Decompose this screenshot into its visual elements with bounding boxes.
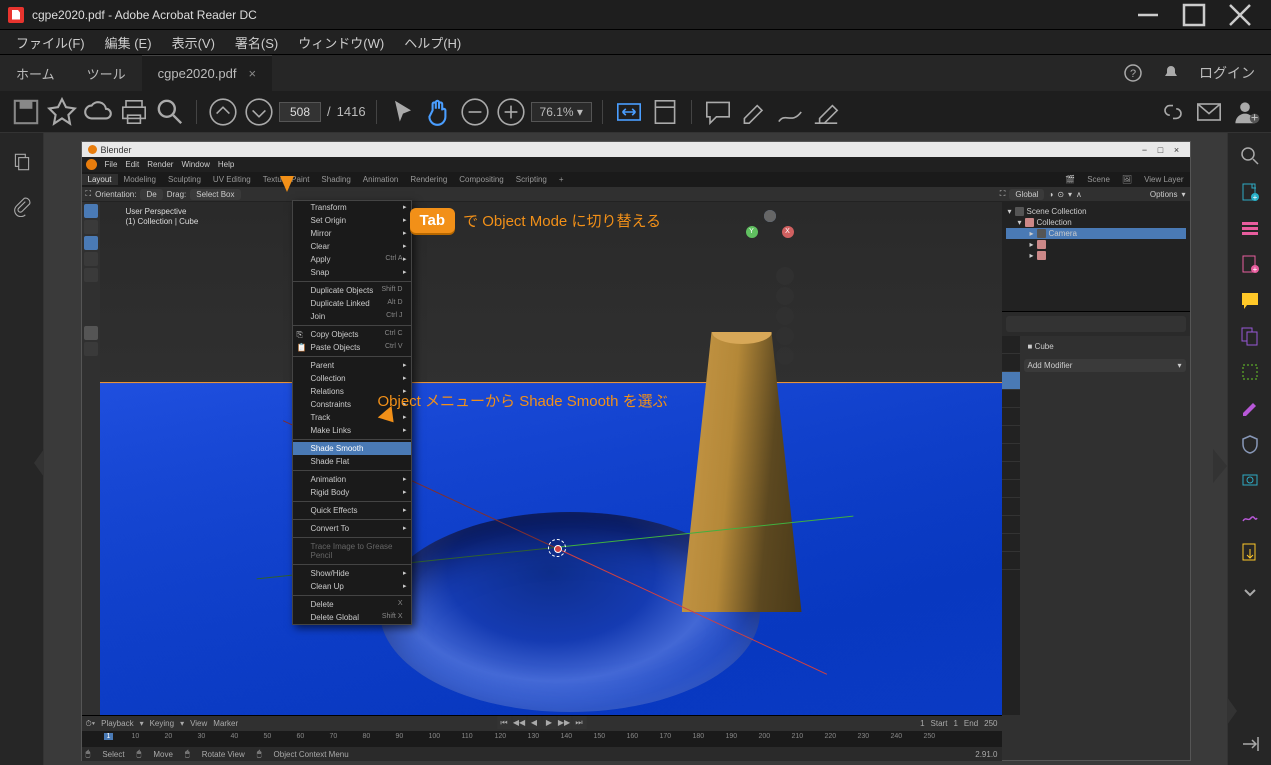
hand-icon[interactable] bbox=[423, 96, 455, 128]
blender-menubar: FileEditRenderWindowHelp bbox=[82, 157, 1190, 172]
page-sep: / bbox=[327, 104, 331, 119]
sign-tool-icon[interactable] bbox=[1239, 505, 1261, 527]
bell-icon[interactable] bbox=[1161, 63, 1181, 83]
acrobat-icon bbox=[8, 7, 24, 23]
zoom-out-icon[interactable] bbox=[459, 96, 491, 128]
timeline-ruler[interactable]: 1 10203040506070809010011012013014015016… bbox=[82, 731, 1002, 747]
scan-icon[interactable] bbox=[1239, 469, 1261, 491]
attachments-icon[interactable] bbox=[11, 195, 33, 217]
fit-page-icon[interactable] bbox=[649, 96, 681, 128]
close-tab-icon[interactable]: × bbox=[248, 66, 256, 81]
right-rail-toggle[interactable] bbox=[1227, 697, 1237, 725]
tab-doc-label: cgpe2020.pdf bbox=[158, 66, 237, 81]
page-up-icon[interactable] bbox=[207, 96, 239, 128]
highlight-icon[interactable] bbox=[738, 96, 770, 128]
blender-titlebar: Blender −□× bbox=[82, 142, 1190, 157]
document-tabs: ホーム ツール cgpe2020.pdf × ? ログイン bbox=[0, 55, 1271, 91]
print-icon[interactable] bbox=[118, 96, 150, 128]
left-nav-rail bbox=[0, 133, 44, 765]
svg-text:+: + bbox=[1252, 193, 1257, 202]
svg-text:+: + bbox=[1252, 265, 1257, 274]
edit-pdf-icon[interactable]: + bbox=[1239, 253, 1261, 275]
draw-icon[interactable] bbox=[774, 96, 806, 128]
arrow-object-menu bbox=[280, 176, 294, 201]
redact-icon[interactable] bbox=[1239, 397, 1261, 419]
viewport-toolbar bbox=[82, 202, 100, 715]
page-down-icon[interactable] bbox=[243, 96, 275, 128]
pointer-icon[interactable] bbox=[387, 96, 419, 128]
fit-width-icon[interactable] bbox=[613, 96, 645, 128]
organize-icon[interactable] bbox=[1239, 217, 1261, 239]
export-pdf-icon[interactable]: + bbox=[1239, 181, 1261, 203]
close-button[interactable] bbox=[1217, 0, 1263, 30]
convert-icon[interactable] bbox=[1239, 541, 1261, 563]
compress-icon[interactable] bbox=[1239, 361, 1261, 383]
window-title: cgpe2020.pdf - Adobe Acrobat Reader DC bbox=[32, 8, 257, 22]
page-total: 1416 bbox=[337, 104, 366, 119]
menu-help[interactable]: ヘルプ(H) bbox=[394, 30, 471, 55]
app-menubar: ファイル(F) 編集 (E) 表示(V) 署名(S) ウィンドウ(W) ヘルプ(… bbox=[0, 30, 1271, 55]
tab-tools[interactable]: ツール bbox=[71, 55, 142, 91]
blender-workspace-tabs: LayoutModelingSculptingUV EditingTexture… bbox=[82, 172, 1190, 187]
collapse-rail-icon[interactable] bbox=[1239, 733, 1261, 755]
menu-edit[interactable]: 編集 (E) bbox=[95, 30, 162, 55]
zoom-level[interactable]: 76.1% ▾ bbox=[531, 102, 592, 122]
search-icon[interactable] bbox=[154, 96, 186, 128]
more-tools-icon[interactable] bbox=[1239, 581, 1261, 603]
menu-shade-smooth[interactable]: Shade Smooth bbox=[293, 442, 411, 455]
protect-icon[interactable] bbox=[1239, 433, 1261, 455]
right-tools-rail: + + bbox=[1227, 133, 1271, 765]
search-tool-icon[interactable] bbox=[1239, 145, 1261, 167]
pdf-page: Blender −□× FileEditRenderWindowHelp Lay… bbox=[81, 141, 1191, 761]
property-tabs[interactable] bbox=[1002, 336, 1020, 715]
zoom-in-icon[interactable] bbox=[495, 96, 527, 128]
nav-gizmo[interactable]: Z X Y bbox=[746, 210, 794, 258]
left-rail-toggle[interactable] bbox=[34, 449, 44, 477]
help-icon[interactable]: ? bbox=[1123, 63, 1143, 83]
maximize-button[interactable] bbox=[1171, 0, 1217, 30]
main-toolbar: / 1416 76.1% ▾ + bbox=[0, 91, 1271, 133]
outliner[interactable]: ▾Scene Collection ▾Collection ▸Camera ▸ … bbox=[1002, 202, 1190, 312]
tab-home[interactable]: ホーム bbox=[0, 55, 71, 91]
thumbnails-icon[interactable] bbox=[11, 151, 33, 173]
minimize-button[interactable] bbox=[1125, 0, 1171, 30]
blender-timeline: ⏱▾Playback▾Keying▾ViewMarker ⏮◀◀◀▶▶▶⏭ 1 … bbox=[82, 715, 1002, 760]
link-icon[interactable] bbox=[1157, 96, 1189, 128]
star-icon[interactable] bbox=[46, 96, 78, 128]
document-viewport[interactable]: Blender −□× FileEditRenderWindowHelp Lay… bbox=[44, 133, 1227, 765]
props-search[interactable] bbox=[1006, 316, 1186, 332]
comment-tool-icon[interactable] bbox=[1239, 289, 1261, 311]
page-number-input[interactable] bbox=[279, 102, 321, 122]
combine-icon[interactable] bbox=[1239, 325, 1261, 347]
svg-text:?: ? bbox=[1130, 68, 1136, 80]
tab-key-badge: Tab bbox=[410, 208, 456, 233]
blender-right-panel: ▾Scene Collection ▾Collection ▸Camera ▸ … bbox=[1002, 202, 1190, 715]
annotation-shade-smooth: Object メニューから Shade Smooth を選ぶ bbox=[378, 390, 668, 411]
svg-text:+: + bbox=[1251, 109, 1258, 124]
menu-file[interactable]: ファイル(F) bbox=[6, 30, 95, 55]
menu-sign[interactable]: 署名(S) bbox=[225, 30, 288, 55]
menu-window[interactable]: ウィンドウ(W) bbox=[288, 30, 394, 55]
annotation-tab-mode: Tab で Object Mode に切り替える bbox=[410, 208, 662, 233]
window-titlebar: cgpe2020.pdf - Adobe Acrobat Reader DC bbox=[0, 0, 1271, 30]
menu-view[interactable]: 表示(V) bbox=[162, 30, 225, 55]
next-page-arrow[interactable] bbox=[1213, 449, 1227, 483]
tab-document[interactable]: cgpe2020.pdf × bbox=[142, 55, 272, 91]
blender-toolbar-row1: ⛶Orientation:De Drag:Select Box ⛶Global◑… bbox=[82, 187, 1190, 202]
erase-icon[interactable] bbox=[810, 96, 842, 128]
3d-viewport[interactable]: User Perspective(1) Collection | Cube Z … bbox=[100, 202, 1002, 715]
login-link[interactable]: ログイン bbox=[1199, 63, 1255, 83]
cloud-icon[interactable] bbox=[82, 96, 114, 128]
mail-icon[interactable] bbox=[1193, 96, 1225, 128]
share-icon[interactable]: + bbox=[1229, 96, 1261, 128]
comment-icon[interactable] bbox=[702, 96, 734, 128]
save-icon[interactable] bbox=[10, 96, 42, 128]
